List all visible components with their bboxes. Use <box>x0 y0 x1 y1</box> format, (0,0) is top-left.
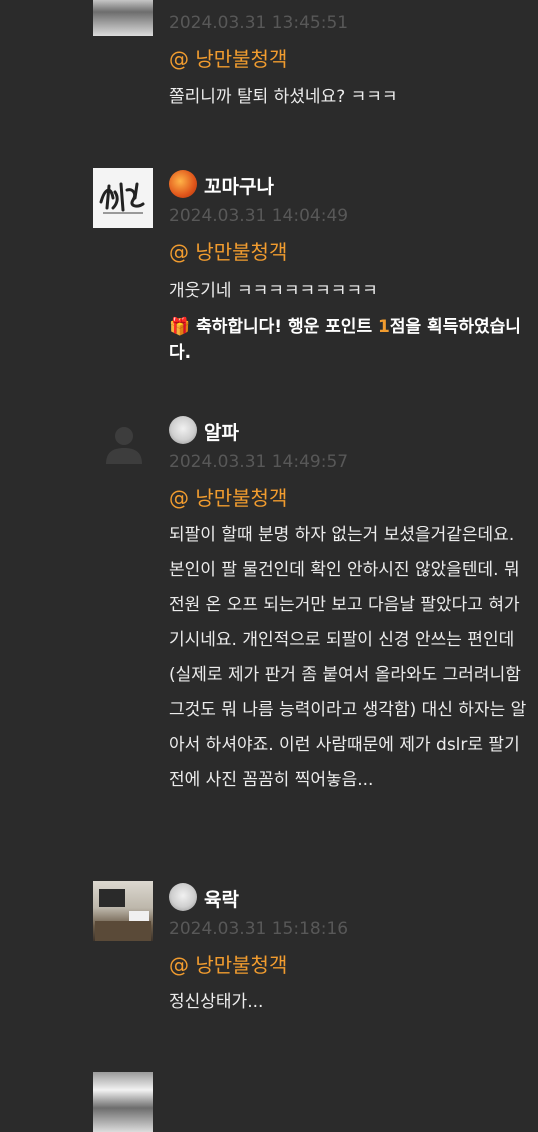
comment-date: 2024.03.31 13:45:51 <box>169 13 349 33</box>
comment-line: 본인이 팔 물건인데 확인 안하시진 않았을텐데. 뭐 <box>169 560 520 580</box>
mention-link[interactable]: @ 낭만불청객 <box>169 236 287 265</box>
nickname[interactable]: 육락 <box>204 885 239 912</box>
comment-line: 전에 사진 꼼꼼히 찍어놓음... <box>169 770 374 790</box>
reward-prefix: 축하합니다! 행운 포인트 <box>196 317 379 337</box>
mention-link[interactable]: @ 낭만불청객 <box>169 949 287 978</box>
comment-text: 쫄리니까 탈퇴 하셨네요? ㅋㅋㅋ <box>169 87 398 107</box>
nickname[interactable]: 알파 <box>204 418 239 445</box>
gift-icon: 🎁 <box>169 317 191 337</box>
comment-item: 알파 2024.03.31 14:49:57 @ 낭만불청객 되팔이 할때 분명… <box>0 414 538 834</box>
comment-line: 전원 온 오프 되는거만 보고 다음날 팔았다고 혀가 <box>169 595 520 615</box>
room-photo-avatar-image <box>95 889 151 941</box>
comment-date: 2024.03.31 14:49:57 <box>169 452 349 472</box>
user-avatar[interactable] <box>93 1072 153 1132</box>
comment-line: 그것도 뭐 나름 능력이라고 생각함) 대신 하자는 알 <box>169 700 527 720</box>
comment-date: 2024.03.31 14:04:49 <box>169 206 349 226</box>
reward-points: 1 <box>378 317 390 337</box>
level-moon-icon <box>169 883 197 911</box>
mention-link[interactable]: @ 낭만불청객 <box>169 482 287 511</box>
comment-item: 육락 2024.03.31 15:18:16 @ 낭만불청객 정신상태가... <box>0 881 538 1041</box>
level-sun-icon <box>169 170 197 198</box>
comment-date: 2024.03.31 15:18:16 <box>169 919 349 939</box>
default-avatar[interactable] <box>93 414 153 474</box>
calligraphy-avatar-image <box>99 182 145 214</box>
comment-line: 기시네요. 개인적으로 되팔이 신경 안쓰는 편인데 <box>169 630 515 650</box>
user-avatar[interactable] <box>93 168 153 228</box>
comment-line: 되팔이 할때 분명 하자 없는거 보셨을거같은데요. <box>169 525 515 545</box>
comment-text: 개웃기네 ㅋㅋㅋㅋㅋㅋㅋㅋㅋ <box>169 281 378 301</box>
mention-link[interactable]: @ 낭만불청객 <box>169 43 287 72</box>
nickname[interactable]: 꼬마구나 <box>204 172 274 199</box>
user-avatar[interactable] <box>93 0 153 36</box>
comment-item: 꼬마구나 2024.03.31 14:04:49 @ 낭만불청객 개웃기네 ㅋㅋ… <box>0 168 538 368</box>
person-silhouette-icon <box>106 427 142 464</box>
reward-notice: 🎁 축하합니다! 행운 포인트 1점을 획득하였습니다. <box>169 314 529 366</box>
user-avatar[interactable] <box>93 881 153 941</box>
comment-line: 아서 하셔야죠. 이런 사람때문에 제가 dslr로 팔기 <box>169 735 520 755</box>
comment-text: 정신상태가... <box>169 992 264 1012</box>
comment-item: 2024.03.31 13:45:51 @ 낭만불청객 쫄리니까 탈퇴 하셨네요… <box>0 0 538 120</box>
comment-line: (실제로 제가 판거 좀 붙여서 올라와도 그러려니함 <box>169 665 521 685</box>
comment-text: 되팔이 할때 분명 하자 없는거 보셨을거같은데요. 본인이 팔 물건인데 확인… <box>169 518 529 798</box>
level-moon-icon <box>169 416 197 444</box>
